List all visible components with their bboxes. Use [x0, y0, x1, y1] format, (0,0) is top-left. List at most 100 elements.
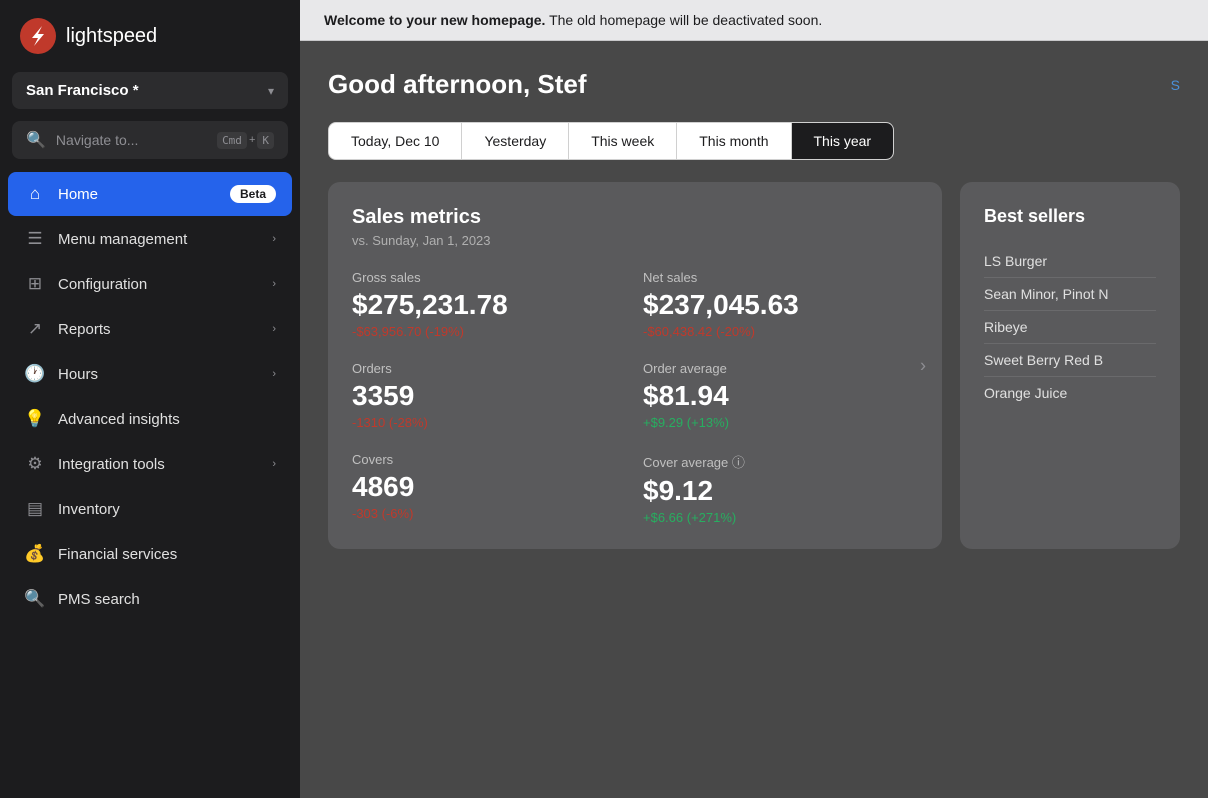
- sidebar-item-home[interactable]: ⌂ Home Beta: [8, 172, 292, 216]
- setup-link[interactable]: S: [1171, 77, 1180, 93]
- best-seller-item: Sean Minor, Pinot N: [984, 278, 1156, 311]
- metric-value-cover-average: $9.12: [643, 475, 918, 507]
- expand-arrow-icon: ›: [272, 368, 276, 380]
- sales-metrics-subtitle: vs. Sunday, Jan 1, 2023: [352, 233, 918, 248]
- integration-tools-icon: ⚙: [24, 453, 46, 475]
- sidebar-item-inventory[interactable]: ▤ Inventory: [8, 487, 292, 531]
- sidebar-item-label-home: Home: [58, 186, 218, 203]
- greeting-row: Good afternoon, Stef S: [328, 69, 1180, 100]
- expand-arrow-icon: ›: [272, 458, 276, 470]
- card-chevron-icon: ›: [920, 355, 926, 376]
- navigate-placeholder: Navigate to...: [56, 132, 207, 148]
- sales-metrics-title: Sales metrics: [352, 206, 918, 229]
- metric-value-orders: 3359: [352, 380, 627, 412]
- sidebar-item-label-inventory: Inventory: [58, 501, 276, 518]
- sidebar-item-menu-management[interactable]: ☰ Menu management ›: [8, 217, 292, 261]
- banner-rest: The old homepage will be deactivated soo…: [545, 12, 822, 28]
- advanced-insights-icon: 💡: [24, 408, 46, 430]
- reports-icon: ↗: [24, 318, 46, 340]
- sidebar-item-configuration[interactable]: ⊞ Configuration ›: [8, 262, 292, 306]
- sidebar-item-label-reports: Reports: [58, 321, 260, 338]
- metric-label-net-sales: Net sales: [643, 270, 918, 285]
- menu-management-icon: ☰: [24, 228, 46, 250]
- sidebar-item-pms-search[interactable]: 🔍PMS search: [8, 577, 292, 621]
- time-tab-yesterday[interactable]: Yesterday: [461, 123, 568, 159]
- sidebar-item-label-advanced-insights: Advanced insights: [58, 411, 276, 428]
- sidebar-item-advanced-insights[interactable]: 💡 Advanced insights: [8, 397, 292, 441]
- sidebar-item-label-integration-tools: Integration tools: [58, 456, 260, 473]
- location-selector[interactable]: San Francisco * ▾: [12, 72, 288, 109]
- lightspeed-logo-icon: [20, 18, 56, 54]
- metric-label-gross-sales: Gross sales: [352, 270, 627, 285]
- hours-icon: 🕐: [24, 363, 46, 385]
- time-tab-this-week[interactable]: This week: [568, 123, 676, 159]
- metric-orders: Orders 3359 -1310 (-28%): [352, 361, 627, 430]
- welcome-banner: Welcome to your new homepage. The old ho…: [300, 0, 1208, 41]
- financial-services-icon: 💰: [24, 543, 46, 565]
- time-tab-today[interactable]: Today, Dec 10: [329, 123, 461, 159]
- logo-area: lightspeed: [0, 0, 300, 72]
- sidebar-item-label-menu-management: Menu management: [58, 231, 260, 248]
- metric-delta-covers: -303 (-6%): [352, 506, 627, 521]
- expand-arrow-icon: ›: [272, 233, 276, 245]
- metric-value-covers: 4869: [352, 471, 627, 503]
- metric-label-order-average: Order average: [643, 361, 918, 376]
- configuration-icon: ⊞: [24, 273, 46, 295]
- sidebar-item-hours[interactable]: 🕐 Hours ›: [8, 352, 292, 396]
- expand-arrow-icon: ›: [272, 278, 276, 290]
- greeting-text: Good afternoon, Stef: [328, 69, 587, 100]
- search-icon: 🔍: [26, 130, 46, 150]
- logo-text: lightspeed: [66, 25, 157, 48]
- time-filter-tabs: Today, Dec 10YesterdayThis weekThis mont…: [328, 122, 894, 160]
- metric-delta-gross-sales: -$63,956.70 (-19%): [352, 324, 627, 339]
- sidebar-item-financial-services[interactable]: 💰 Financial services: [8, 532, 292, 576]
- metric-label-cover-average: Cover average ⓘ: [643, 452, 918, 471]
- search-bar[interactable]: 🔍 Navigate to... Cmd + K: [12, 121, 288, 159]
- sales-metrics-card: Sales metrics vs. Sunday, Jan 1, 2023 Gr…: [328, 182, 942, 549]
- sidebar-item-label-hours: Hours: [58, 366, 260, 383]
- main-content: Welcome to your new homepage. The old ho…: [300, 0, 1208, 798]
- sidebar-item-label-configuration: Configuration: [58, 276, 260, 293]
- inventory-icon: ▤: [24, 498, 46, 520]
- best-sellers-list: LS BurgerSean Minor, Pinot NRibeyeSweet …: [984, 245, 1156, 409]
- cards-row: Sales metrics vs. Sunday, Jan 1, 2023 Gr…: [328, 182, 1180, 549]
- metric-delta-orders: -1310 (-28%): [352, 415, 627, 430]
- best-sellers-title: Best sellers: [984, 206, 1156, 227]
- metric-delta-cover-average: +$6.66 (+271%): [643, 510, 918, 525]
- metric-covers: Covers 4869 -303 (-6%): [352, 452, 627, 525]
- location-name: San Francisco *: [26, 82, 139, 99]
- best-seller-item: LS Burger: [984, 245, 1156, 278]
- content-area: Good afternoon, Stef S Today, Dec 10Yest…: [300, 41, 1208, 798]
- best-seller-item: Ribeye: [984, 311, 1156, 344]
- nav-items-container: ⌂ Home Beta ☰ Menu management › ⊞ Configuration…: [0, 171, 300, 622]
- metric-order-average: Order average $81.94 +$9.29 (+13%): [643, 361, 918, 430]
- metric-value-order-average: $81.94: [643, 380, 918, 412]
- time-tab-this-month[interactable]: This month: [676, 123, 790, 159]
- chevron-down-icon: ▾: [268, 84, 274, 98]
- expand-arrow-icon: ›: [272, 323, 276, 335]
- best-seller-item: Orange Juice: [984, 377, 1156, 409]
- sidebar-item-label-financial-services: Financial services: [58, 546, 276, 563]
- metric-delta-order-average: +$9.29 (+13%): [643, 415, 918, 430]
- sidebar-item-reports[interactable]: ↗ Reports ›: [8, 307, 292, 351]
- home-icon: ⌂: [24, 183, 46, 205]
- search-shortcut: Cmd + K: [217, 132, 274, 149]
- sidebar-item-integration-tools[interactable]: ⚙ Integration tools ›: [8, 442, 292, 486]
- cmd-key: Cmd: [217, 132, 247, 149]
- metric-value-net-sales: $237,045.63: [643, 289, 918, 321]
- time-tab-this-year[interactable]: This year: [791, 123, 894, 159]
- metric-gross-sales: Gross sales$275,231.78-$63,956.70 (-19%): [352, 270, 627, 339]
- metric-delta-net-sales: -$60,438.42 (-20%): [643, 324, 918, 339]
- sidebar: lightspeed San Francisco * ▾ 🔍 Navigate …: [0, 0, 300, 798]
- metric-label-orders: Orders: [352, 361, 627, 376]
- plus-separator: +: [249, 134, 255, 146]
- metric-net-sales: Net sales $237,045.63 -$60,438.42 (-20%): [643, 270, 918, 339]
- metric-label-covers: Covers: [352, 452, 627, 467]
- k-key: K: [257, 132, 274, 149]
- pms-search-icon: 🔍: [24, 588, 46, 610]
- metrics-grid: Gross sales$275,231.78-$63,956.70 (-19%)…: [352, 270, 918, 525]
- best-sellers-card: Best sellers LS BurgerSean Minor, Pinot …: [960, 182, 1180, 549]
- banner-bold: Welcome to your new homepage.: [324, 12, 545, 28]
- beta-badge: Beta: [230, 185, 276, 203]
- metric-cover-average: Cover average ⓘ $9.12 +$6.66 (+271%): [643, 452, 918, 525]
